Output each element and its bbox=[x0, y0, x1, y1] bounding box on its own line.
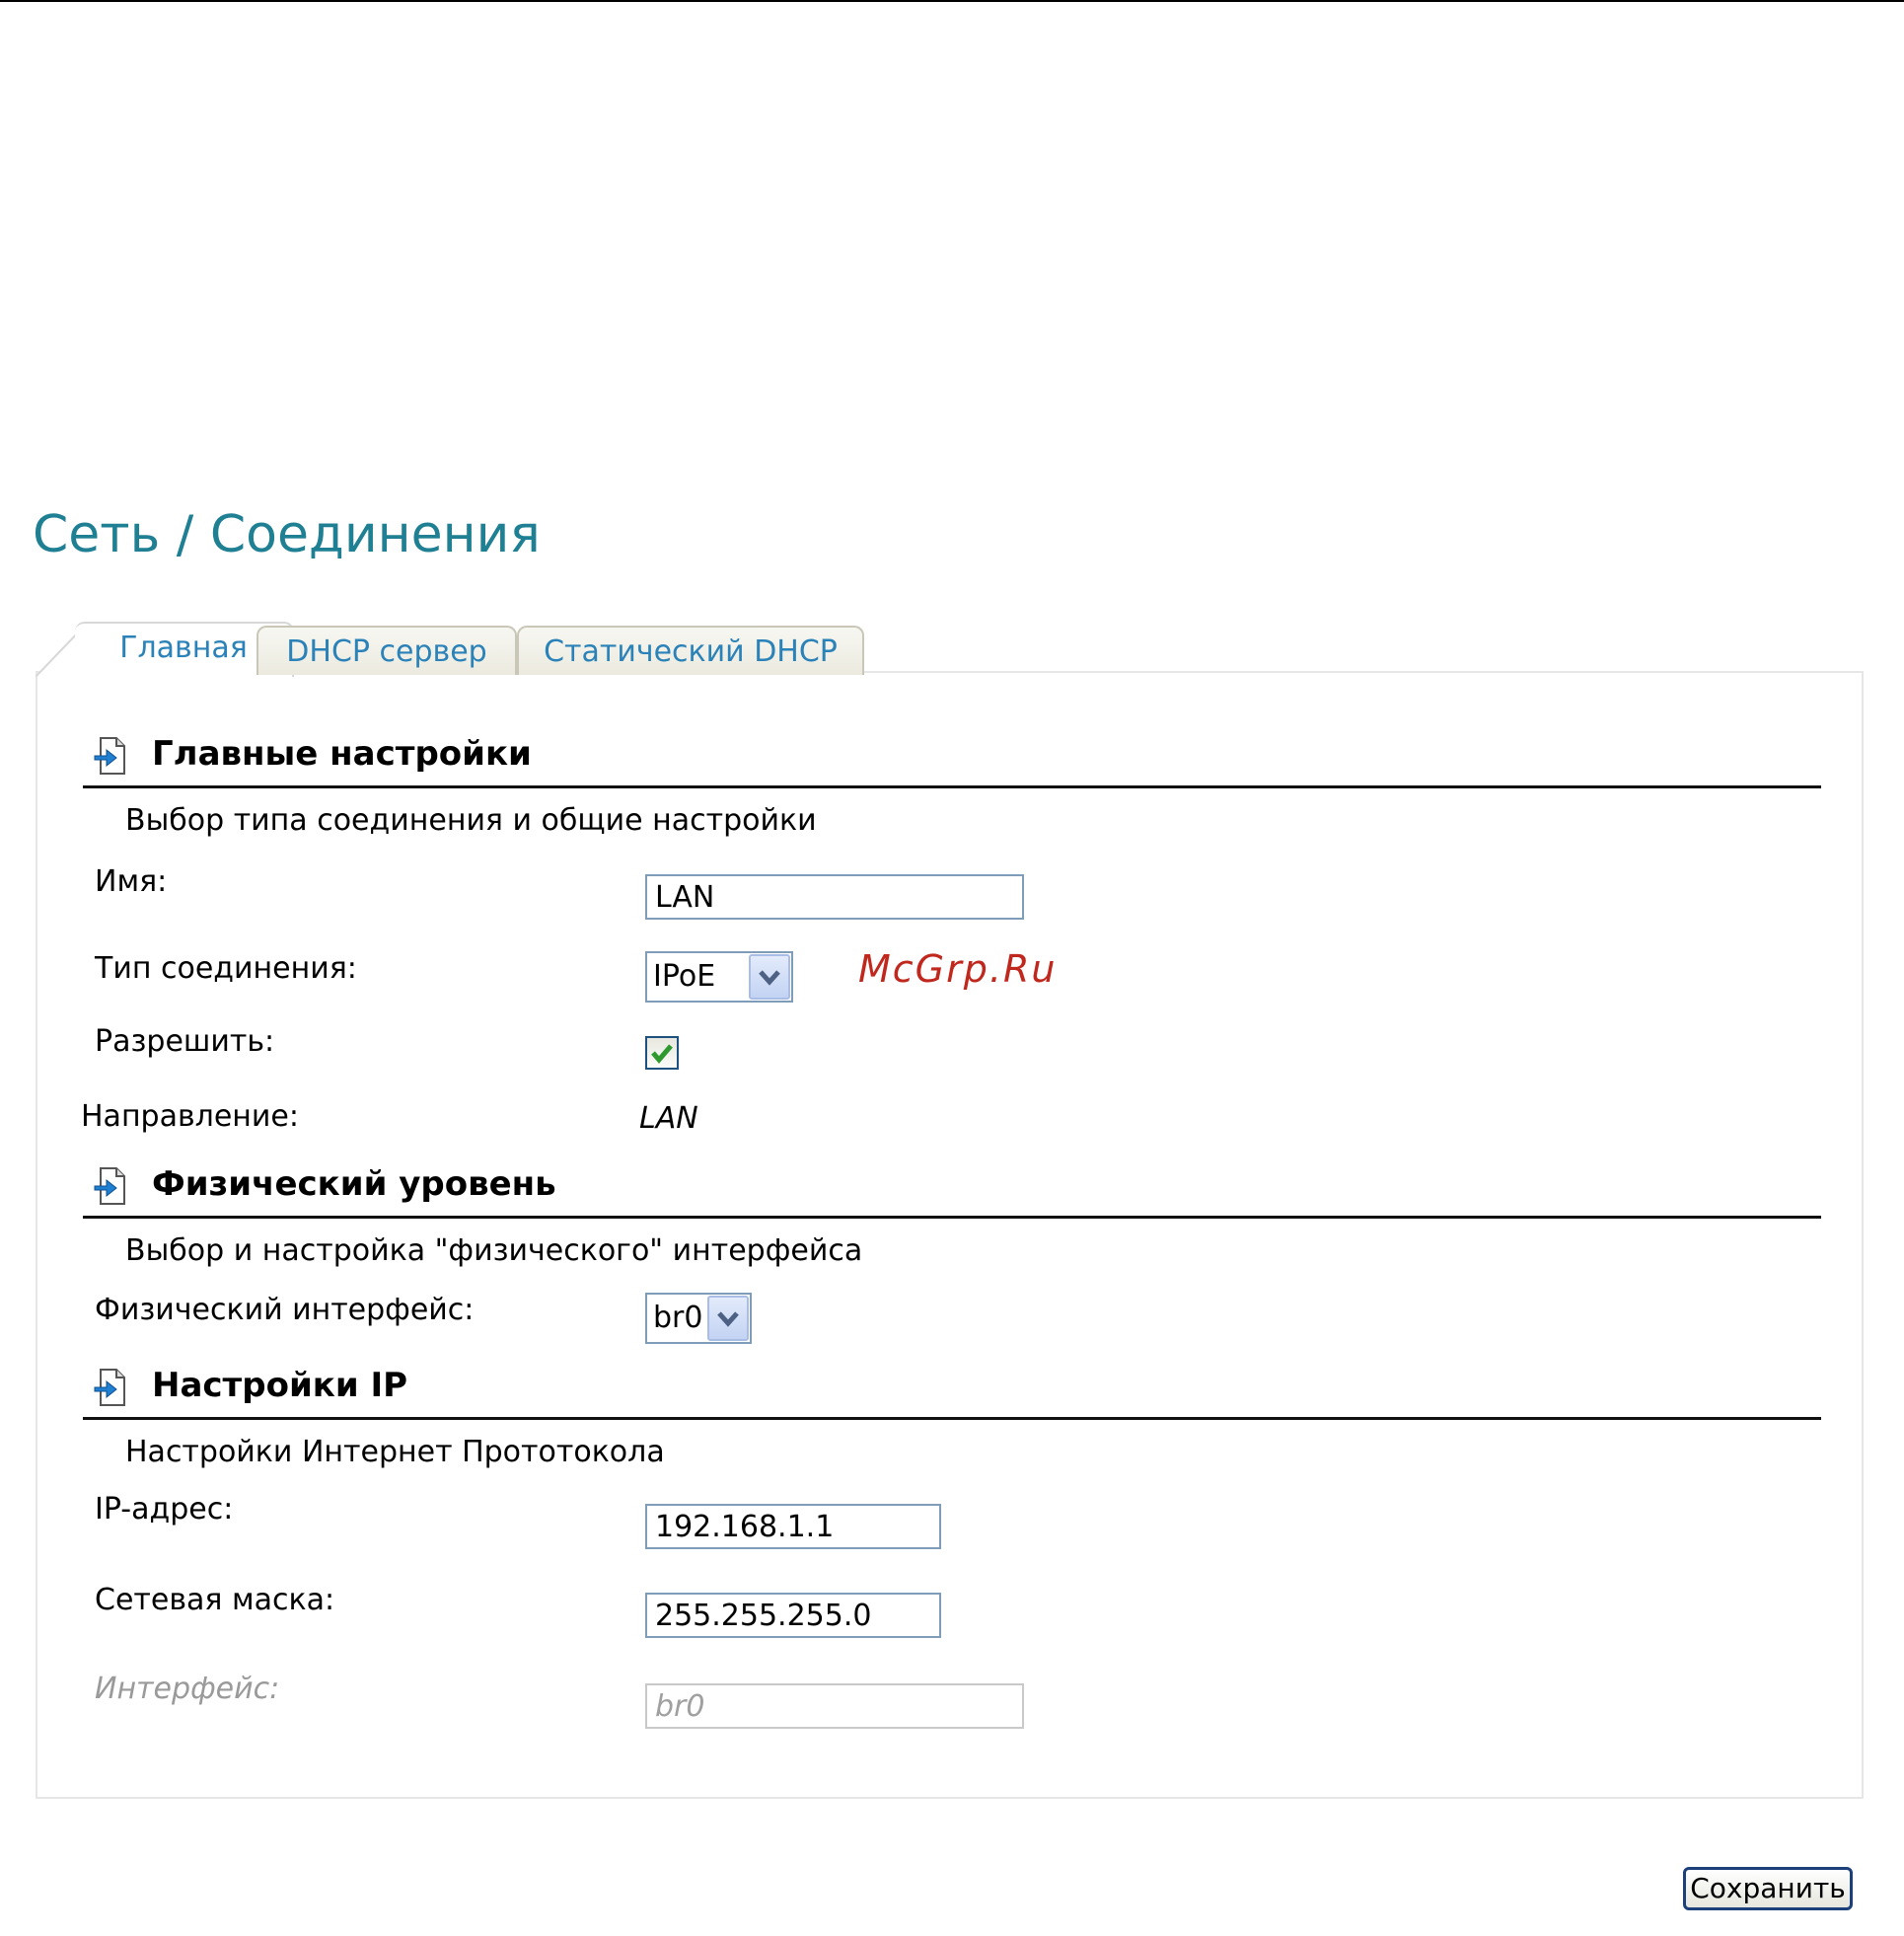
tab-static-dhcp-label: Статический DHCP bbox=[544, 634, 838, 669]
page-title: Сеть / Соединения bbox=[33, 505, 541, 564]
physical-iface-label: Физический интерфейс: bbox=[95, 1293, 475, 1327]
page-arrow-icon bbox=[94, 1369, 125, 1406]
name-label: Имя: bbox=[95, 864, 168, 899]
netmask-input[interactable] bbox=[645, 1593, 941, 1638]
chevron-down-icon bbox=[759, 970, 780, 986]
page-arrow-icon bbox=[94, 1167, 125, 1205]
section-desc-ip: Настройки Интернет Прототокола bbox=[125, 1435, 665, 1469]
save-button[interactable]: Сохранить bbox=[1683, 1867, 1853, 1910]
conn-type-value: IPoE bbox=[653, 959, 716, 994]
physical-iface-value: br0 bbox=[653, 1301, 703, 1335]
section-title-physical: Физический уровень bbox=[152, 1164, 556, 1204]
tab-main-label: Главная bbox=[119, 631, 248, 665]
tab-dhcp-server-label: DHCP сервер bbox=[286, 634, 487, 669]
direction-value: LAN bbox=[639, 1101, 698, 1136]
physical-iface-select[interactable]: br0 bbox=[645, 1293, 752, 1344]
tab-static-dhcp[interactable]: Статический DHCP bbox=[517, 626, 864, 675]
watermark: McGrp.Ru bbox=[858, 947, 1058, 991]
page-arrow-icon bbox=[94, 737, 125, 775]
ip-address-input[interactable] bbox=[645, 1504, 941, 1549]
conn-type-label: Тип соединения: bbox=[95, 951, 357, 986]
section-header-ip: Настройки IP bbox=[83, 1366, 1821, 1420]
netmask-label: Сетевая маска: bbox=[95, 1583, 335, 1617]
tab-bar: Главная DHCP сервер Статический DHCP bbox=[36, 622, 923, 677]
ip-iface-label: Интерфейс: bbox=[95, 1672, 280, 1706]
chevron-down-icon bbox=[717, 1311, 739, 1327]
tab-dhcp-server[interactable]: DHCP сервер bbox=[256, 626, 517, 675]
section-title-ip: Настройки IP bbox=[152, 1366, 408, 1405]
ip-address-label: IP-адрес: bbox=[95, 1492, 234, 1526]
conn-type-select[interactable]: IPoE bbox=[645, 951, 793, 1003]
top-rule bbox=[0, 0, 1904, 2]
section-header-main: Главные настройки bbox=[83, 734, 1821, 788]
section-desc-main: Выбор типа соединения и общие настройки bbox=[125, 803, 817, 838]
section-title-main: Главные настройки bbox=[152, 734, 532, 774]
ip-iface-input bbox=[645, 1683, 1024, 1729]
checkmark-icon bbox=[651, 1044, 673, 1064]
enable-label: Разрешить: bbox=[95, 1024, 275, 1059]
direction-label: Направление: bbox=[81, 1099, 299, 1134]
section-desc-physical: Выбор и настройка "физического" интерфей… bbox=[125, 1233, 863, 1268]
enable-checkbox[interactable] bbox=[645, 1036, 679, 1070]
section-header-physical: Физический уровень bbox=[83, 1164, 1821, 1219]
physical-iface-dropdown-button[interactable] bbox=[707, 1296, 749, 1341]
name-input[interactable] bbox=[645, 874, 1024, 920]
conn-type-dropdown-button[interactable] bbox=[749, 954, 790, 1000]
